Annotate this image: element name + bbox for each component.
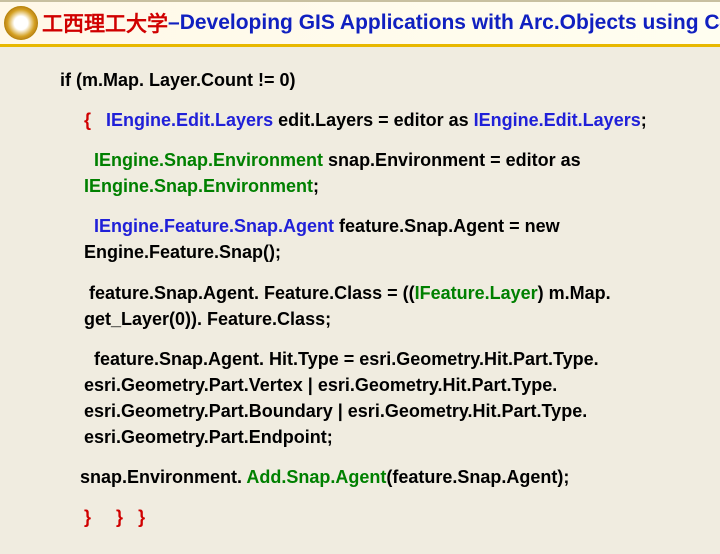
code-line-closebraces: } } } [60, 504, 680, 530]
code-text: edit.Layers = editor as [273, 110, 474, 130]
code-text: feature.Snap.Agent. Hit.Type = esri.Geom… [84, 349, 599, 447]
code-line-if: if (m.Map. Layer.Count != 0) [60, 67, 680, 93]
header-dash: – [168, 11, 180, 35]
code-text: (); [263, 242, 281, 262]
type-name: IEngine.Snap.Environment [94, 150, 323, 170]
code-content: if (m.Map. Layer.Count != 0) { IEngine.E… [0, 47, 720, 554]
code-line-hittype: feature.Snap.Agent. Hit.Type = esri.Geom… [60, 346, 680, 450]
header-course-title: Developing GIS Applications with Arc.Obj… [180, 11, 720, 35]
type-name: IFeature.Layer [415, 283, 538, 303]
code-text: ; [641, 110, 647, 130]
code-line-snapenv: IEngine.Snap.Environment snap.Environmen… [60, 147, 680, 199]
code-line-editlayers: { IEngine.Edit.Layers edit.Layers = edit… [60, 107, 680, 133]
close-brace-icon: } [138, 507, 145, 527]
close-brace-icon: } [116, 507, 123, 527]
type-name: IEngine.Snap.Environment [84, 176, 313, 196]
university-logo [4, 6, 38, 40]
code-text: snap.Environment = editor as [323, 150, 581, 170]
header-bar: 工西理工大学 – Developing GIS Applications wit… [0, 0, 720, 47]
close-brace-icon: } [84, 507, 91, 527]
code-text: (feature.Snap.Agent); [386, 467, 569, 487]
header-university-name: 工西理工大学 [42, 8, 168, 38]
type-name: IEngine.Edit.Layers [474, 110, 641, 130]
open-brace-icon: { [84, 110, 91, 130]
code-text: ; [313, 176, 319, 196]
method-name: Add.Snap.Agent [246, 467, 386, 487]
code-text: feature.Snap.Agent. Feature.Class = (( [89, 283, 415, 303]
code-text: snap.Environment. [80, 467, 246, 487]
code-text: feature.Snap.Agent = new [334, 216, 560, 236]
type-name: IEngine.Feature.Snap.Agent [94, 216, 334, 236]
type-name: IEngine.Edit.Layers [106, 110, 273, 130]
code-line-featuresnap: IEngine.Feature.Snap.Agent feature.Snap.… [60, 213, 680, 265]
ctor-name: Engine.Feature.Snap [84, 242, 263, 262]
code-line-addsnap: snap.Environment. Add.Snap.Agent(feature… [60, 464, 680, 490]
code-line-featureclass: feature.Snap.Agent. Feature.Class = ((IF… [60, 280, 680, 332]
